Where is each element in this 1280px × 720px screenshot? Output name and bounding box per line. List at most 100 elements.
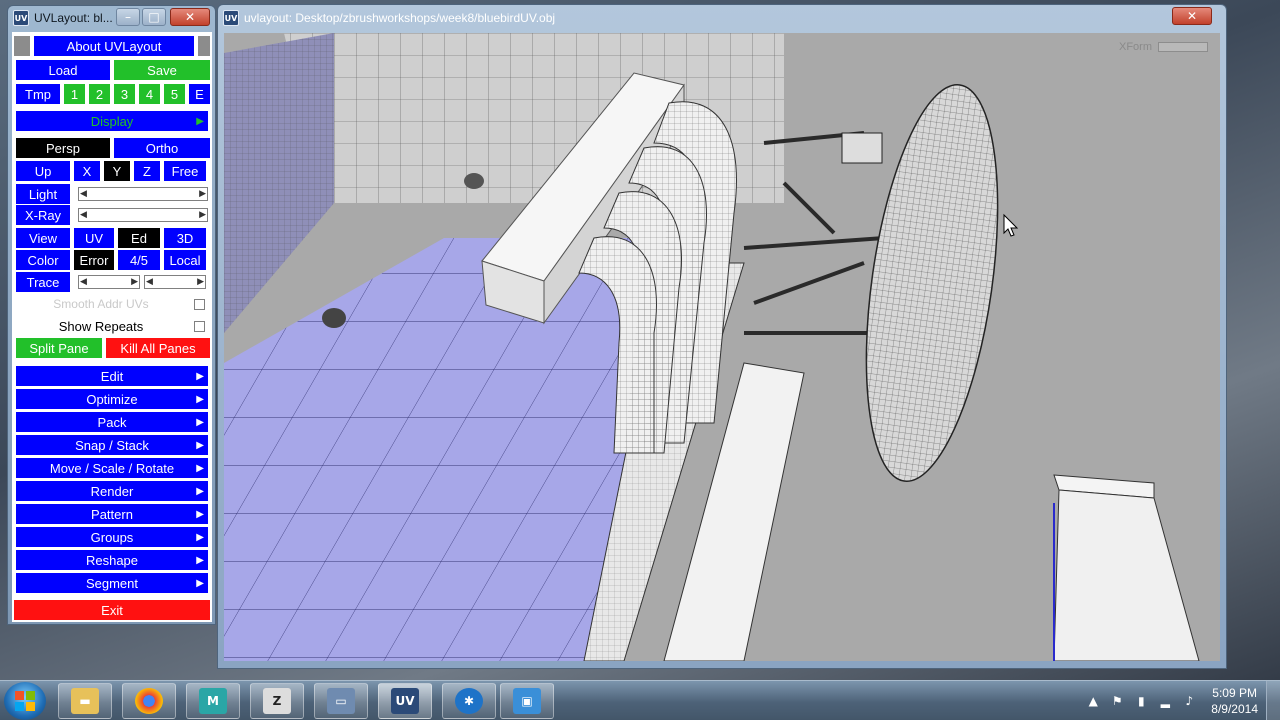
clock-time: 5:09 PM <box>1212 686 1257 700</box>
menu-pack[interactable]: Pack ▶ <box>16 412 208 432</box>
taskbar-explorer[interactable]: ▬ <box>58 683 112 719</box>
maximize-button[interactable]: □ <box>142 8 166 26</box>
view-ed-button[interactable]: Ed <box>118 228 160 248</box>
folder-icon: ▬ <box>71 688 99 714</box>
slider-left-icon: ◀ <box>146 277 153 287</box>
3d-viewport[interactable]: XForm <box>224 33 1220 661</box>
speaker-icon[interactable]: ♪ <box>1180 692 1198 710</box>
tool-window-titlebar[interactable]: UV UVLayout: bl... – □ ✕ <box>8 6 215 30</box>
shock-absorber <box>841 132 883 164</box>
split-pane-button[interactable]: Split Pane <box>16 338 102 358</box>
tray-expand-icon[interactable]: ▲ <box>1084 692 1102 710</box>
view-close-button[interactable]: ✕ <box>1172 7 1212 25</box>
maximize-icon: □ <box>148 10 160 24</box>
trace-slider-b[interactable]: ◀ ▶ <box>144 275 206 289</box>
menu-edit-label: Edit <box>100 368 124 384</box>
axis-y-button[interactable]: Y <box>104 161 130 181</box>
menu-reshape[interactable]: Reshape ▶ <box>16 550 208 570</box>
ortho-button[interactable]: Ortho <box>114 138 210 158</box>
panel-grip-left[interactable] <box>14 36 30 56</box>
taskbar-settings[interactable]: ✱ <box>442 683 496 719</box>
menu-move-scale-rotate[interactable]: Move / Scale / Rotate ▶ <box>16 458 208 478</box>
menu-optimize[interactable]: Optimize ▶ <box>16 389 208 409</box>
taskbar-uvlayout[interactable]: UV <box>378 683 432 719</box>
exit-button[interactable]: Exit <box>14 600 210 620</box>
bolt-part <box>464 173 484 189</box>
tmp-slot-1[interactable]: 1 <box>64 84 85 104</box>
arrow-right-icon: ▶ <box>196 508 204 520</box>
taskbar-zbrush[interactable]: Z <box>250 683 304 719</box>
arrow-right-icon: ▶ <box>196 462 204 474</box>
tmp-slot-2[interactable]: 2 <box>89 84 110 104</box>
tmp-slot-3[interactable]: 3 <box>114 84 135 104</box>
show-repeats-label: Show Repeats <box>58 318 144 334</box>
save-button[interactable]: Save <box>114 60 210 80</box>
battery-icon[interactable]: ▮ <box>1132 692 1150 710</box>
view-3d-button[interactable]: 3D <box>164 228 206 248</box>
clock[interactable]: 5:09 PM 8/9/2014 <box>1211 685 1258 717</box>
menu-groups-label: Groups <box>90 529 134 545</box>
taskbar-maya[interactable]: M <box>186 683 240 719</box>
arrow-right-icon: ▶ <box>196 416 204 428</box>
slider-right-icon: ▶ <box>199 210 206 220</box>
persp-button[interactable]: Persp <box>16 138 110 158</box>
chrome-icon <box>135 688 163 714</box>
minimize-button[interactable]: – <box>116 8 140 26</box>
menu-snap-stack[interactable]: Snap / Stack ▶ <box>16 435 208 455</box>
tmp-slot-5[interactable]: 5 <box>164 84 185 104</box>
about-button[interactable]: About UVLayout <box>34 36 194 56</box>
gear-icon: ✱ <box>455 688 483 714</box>
kill-all-panes-button[interactable]: Kill All Panes <box>106 338 210 358</box>
menu-pack-label: Pack <box>97 414 127 430</box>
xray-slider[interactable]: ◀ ▶ <box>78 208 208 222</box>
minimize-icon: – <box>125 10 131 24</box>
model-render[interactable] <box>224 33 1220 661</box>
axis-z-button[interactable]: Z <box>134 161 160 181</box>
tmp-slot-e[interactable]: E <box>189 84 210 104</box>
panel-grip-right[interactable] <box>198 36 210 56</box>
menu-render-label: Render <box>90 483 134 499</box>
zbrush-icon: Z <box>263 688 291 714</box>
floor-uv-grid <box>224 238 644 661</box>
arrow-right-icon: ▶ <box>196 393 204 405</box>
up-label: Up <box>16 161 70 181</box>
color-error-button[interactable]: Error <box>74 250 114 270</box>
uv-app-icon: UV <box>223 10 239 26</box>
menu-edit[interactable]: Edit ▶ <box>16 366 208 386</box>
smooth-addr-uvs-checkbox[interactable] <box>194 298 205 310</box>
axis-x-button[interactable]: X <box>74 161 100 181</box>
windows-taskbar: ▬ M Z ▭ UV ✱ ▣ ▲ ⚑ ▮ ▂ ♪ 5:09 PM 8/9/201… <box>0 680 1280 720</box>
taskbar-photoshop[interactable]: ▭ <box>314 683 368 719</box>
axis-free-button[interactable]: Free <box>164 161 206 181</box>
taskbar-chrome[interactable] <box>122 683 176 719</box>
view-window-titlebar[interactable]: UV uvlayout: Desktop/zbrushworkshops/wee… <box>218 5 1226 31</box>
show-desktop-button[interactable] <box>1266 681 1280 720</box>
start-button[interactable] <box>4 682 46 720</box>
taskbar-remote[interactable]: ▣ <box>500 683 554 719</box>
close-icon: ✕ <box>184 10 196 24</box>
slider-right-icon: ▶ <box>199 189 206 199</box>
trace-slider-a[interactable]: ◀ ▶ <box>78 275 140 289</box>
slider-right-icon: ▶ <box>197 277 204 287</box>
menu-groups[interactable]: Groups ▶ <box>16 527 208 547</box>
color-local-button[interactable]: Local <box>164 250 206 270</box>
action-center-flag-icon[interactable]: ⚑ <box>1108 692 1126 710</box>
close-button[interactable]: ✕ <box>170 8 210 26</box>
xform-indicator[interactable]: XForm <box>1119 41 1208 53</box>
view-uv-button[interactable]: UV <box>74 228 114 248</box>
xform-bar[interactable] <box>1158 42 1208 52</box>
display-menu[interactable]: Display ▶ <box>16 111 208 131</box>
close-icon: ✕ <box>1186 9 1198 23</box>
light-slider[interactable]: ◀ ▶ <box>78 187 208 201</box>
menu-pattern[interactable]: Pattern ▶ <box>16 504 208 524</box>
menu-render[interactable]: Render ▶ <box>16 481 208 501</box>
tmp-slot-4[interactable]: 4 <box>139 84 160 104</box>
load-button[interactable]: Load <box>16 60 110 80</box>
color-45-button[interactable]: 4/5 <box>118 250 160 270</box>
show-repeats-checkbox[interactable] <box>194 320 205 332</box>
tool-window-title: UVLayout: bl... <box>34 11 113 25</box>
menu-segment[interactable]: Segment ▶ <box>16 573 208 593</box>
tmp-label: Tmp <box>16 84 60 104</box>
arrow-right-icon: ▶ <box>196 439 204 451</box>
network-signal-icon[interactable]: ▂ <box>1156 692 1174 710</box>
